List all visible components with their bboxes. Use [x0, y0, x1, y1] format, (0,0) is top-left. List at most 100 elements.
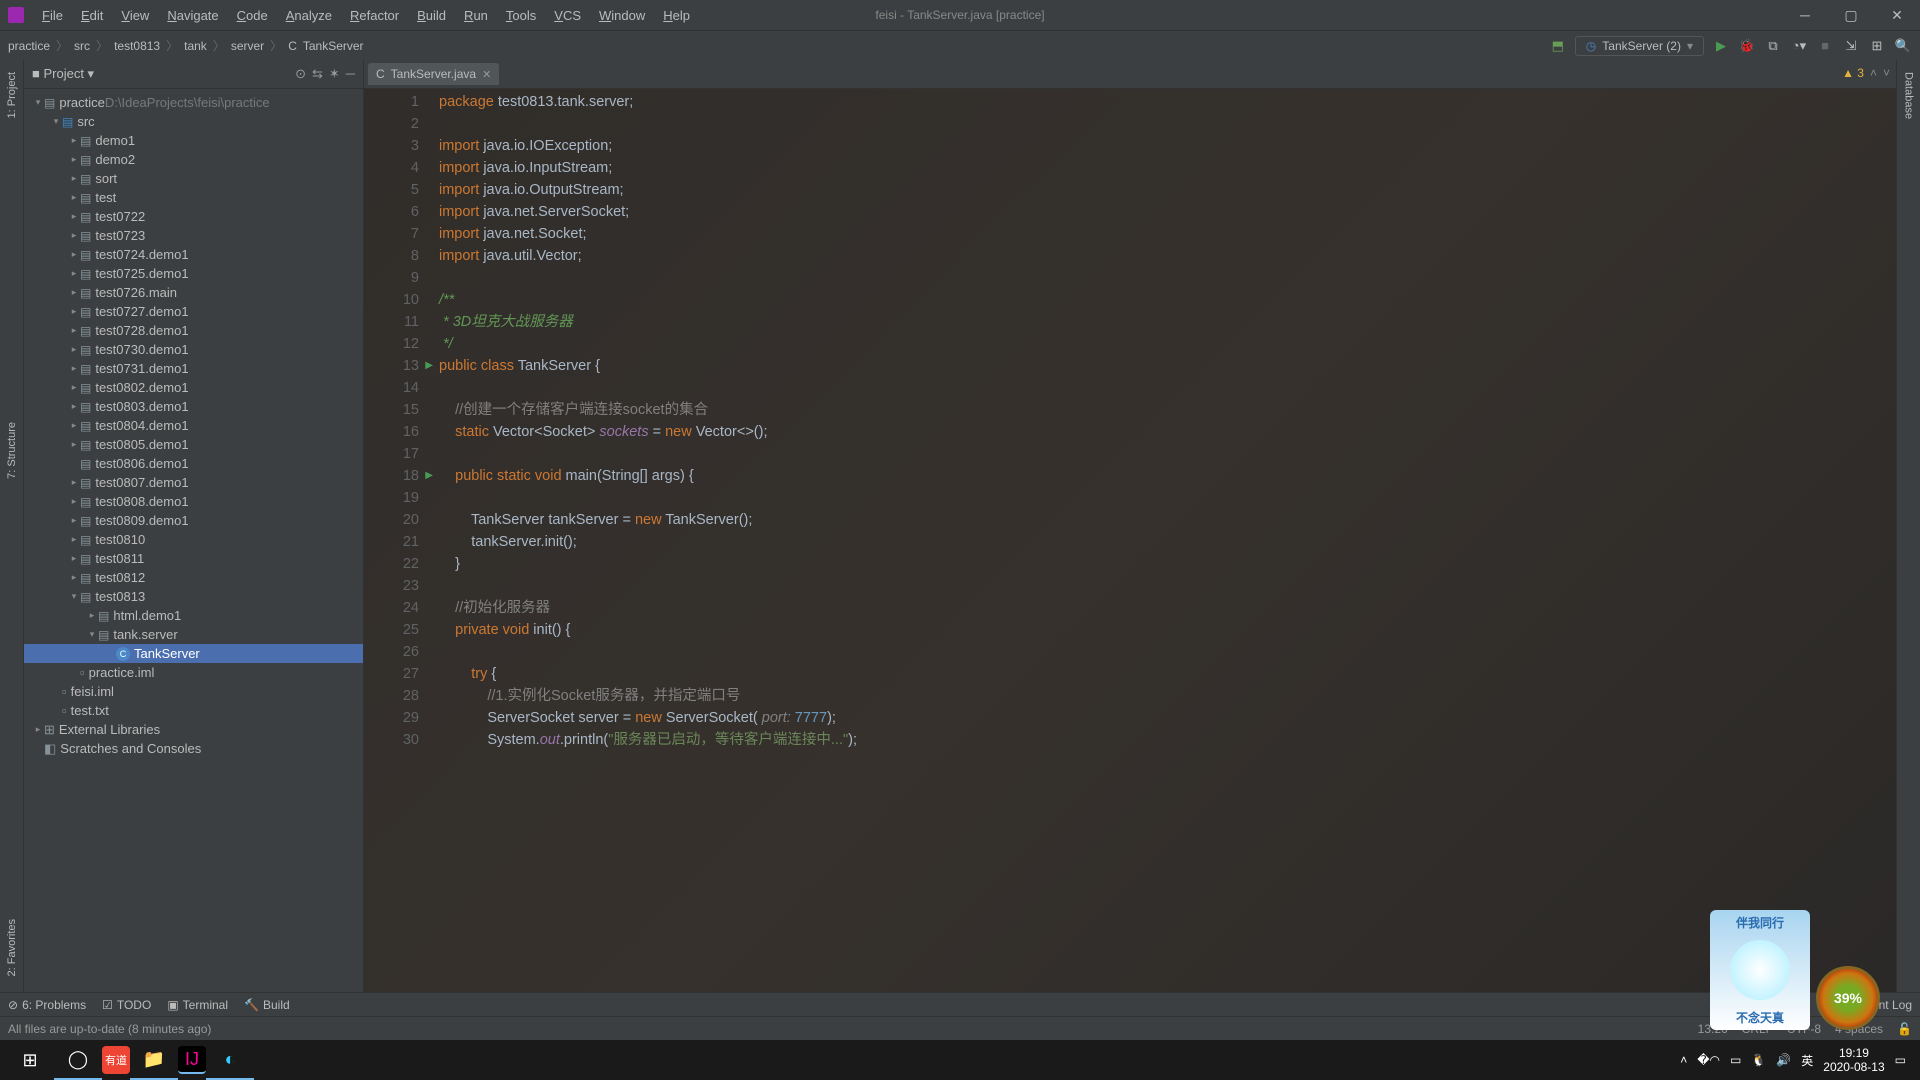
tree-node[interactable]: ▸▤test0803.demo1: [24, 397, 363, 416]
close-button[interactable]: ✕: [1874, 0, 1920, 30]
project-tree[interactable]: ▾▤practice D:\IdeaProjects\feisi\practic…: [24, 89, 363, 992]
tree-node[interactable]: ◧Scratches and Consoles: [24, 739, 363, 758]
taskbar-browser-icon[interactable]: ◐: [206, 1040, 254, 1080]
tray-volume-icon[interactable]: 🔊: [1776, 1053, 1791, 1067]
debug-button[interactable]: 🐞: [1738, 37, 1756, 55]
tree-node[interactable]: ▸▤sort: [24, 169, 363, 188]
tool-tab-todo[interactable]: ☑ TODO: [102, 998, 151, 1012]
menu-edit[interactable]: Edit: [73, 6, 111, 25]
build-icon[interactable]: ⬒: [1549, 37, 1567, 55]
taskbar-explorer-icon[interactable]: 📁: [130, 1040, 178, 1080]
readonly-lock-icon[interactable]: 🔓: [1897, 1022, 1912, 1036]
tool-tab-build[interactable]: 🔨 Build: [244, 998, 290, 1012]
run-config-selector[interactable]: ◷ TankServer (2) ▾: [1575, 36, 1704, 56]
menu-vcs[interactable]: VCS: [546, 6, 589, 25]
tray-battery-icon[interactable]: ▭: [1730, 1053, 1741, 1067]
inspection-down-icon[interactable]: ˅: [1883, 66, 1890, 80]
menu-file[interactable]: File: [34, 6, 71, 25]
tree-node[interactable]: ▸▤test0726.main: [24, 283, 363, 302]
tool-tab-structure[interactable]: 7: Structure: [4, 416, 20, 485]
profile-button[interactable]: ◔▾: [1790, 37, 1808, 55]
tree-node[interactable]: ▸▤test0730.demo1: [24, 340, 363, 359]
tree-node[interactable]: ▸▤test0802.demo1: [24, 378, 363, 397]
tree-node[interactable]: ▾▤src: [24, 112, 363, 131]
tree-node[interactable]: ▸⊞External Libraries: [24, 720, 363, 739]
menu-help[interactable]: Help: [655, 6, 698, 25]
tray-chevron-icon[interactable]: ˄: [1680, 1053, 1687, 1067]
tree-node[interactable]: ▸▤test0725.demo1: [24, 264, 363, 283]
start-button[interactable]: ⊞: [6, 1040, 54, 1080]
tree-node[interactable]: ▸▤test0812: [24, 568, 363, 587]
tree-node[interactable]: ▸▤test0723: [24, 226, 363, 245]
tray-qq-icon[interactable]: 🐧: [1751, 1053, 1766, 1067]
tree-node[interactable]: ▸▤test0727.demo1: [24, 302, 363, 321]
tree-node[interactable]: ▸▤test0807.demo1: [24, 473, 363, 492]
warning-indicator[interactable]: ▲ 3: [1842, 66, 1864, 80]
tree-node[interactable]: ▸▤test0810: [24, 530, 363, 549]
tree-node[interactable]: ▸▤test: [24, 188, 363, 207]
desktop-widget[interactable]: 伴我同行 不念天真: [1710, 910, 1810, 1030]
tree-node[interactable]: ▸▤test0722: [24, 207, 363, 226]
menu-window[interactable]: Window: [591, 6, 653, 25]
tree-node[interactable]: ▸▤html.demo1: [24, 606, 363, 625]
taskbar-chrome-icon[interactable]: ◯: [54, 1040, 102, 1080]
tray-clock[interactable]: 19:19 2020-08-13: [1823, 1046, 1884, 1074]
performance-gauge[interactable]: 39%: [1816, 966, 1880, 1030]
tree-node[interactable]: ▸▤test0804.demo1: [24, 416, 363, 435]
settings-icon[interactable]: ✶: [329, 66, 340, 82]
tree-node[interactable]: ▫feisi.iml: [24, 682, 363, 701]
tree-node[interactable]: ▾▤practice D:\IdeaProjects\feisi\practic…: [24, 93, 363, 112]
tree-node[interactable]: ▸▤test0809.demo1: [24, 511, 363, 530]
search-everywhere-icon[interactable]: 🔍: [1894, 37, 1912, 55]
run-button[interactable]: ▶: [1712, 37, 1730, 55]
hide-icon[interactable]: ─: [346, 66, 355, 82]
tree-node[interactable]: ▫practice.iml: [24, 663, 363, 682]
menu-refactor[interactable]: Refactor: [342, 6, 407, 25]
tree-node[interactable]: ▸▤demo1: [24, 131, 363, 150]
tray-notifications-icon[interactable]: ▭: [1895, 1053, 1906, 1067]
breadcrumb[interactable]: practice〉src〉test0813〉tank〉server〉CTankS…: [8, 37, 364, 54]
tree-node[interactable]: ▸▤test0724.demo1: [24, 245, 363, 264]
tray-ime[interactable]: 英: [1801, 1052, 1813, 1069]
tool-tab-terminal[interactable]: ▣ Terminal: [167, 998, 228, 1012]
tree-node[interactable]: ▸▤test0811: [24, 549, 363, 568]
tree-node[interactable]: ▸▤test0805.demo1: [24, 435, 363, 454]
close-tab-icon[interactable]: ✕: [482, 68, 491, 81]
tree-node[interactable]: ▫test.txt: [24, 701, 363, 720]
menu-navigate[interactable]: Navigate: [159, 6, 226, 25]
menu-code[interactable]: Code: [229, 6, 276, 25]
tree-node[interactable]: ▾▤test0813: [24, 587, 363, 606]
ide-settings-icon[interactable]: ⊞: [1868, 37, 1886, 55]
tool-tab-problems[interactable]: ⊘ 6: Problems: [8, 998, 86, 1012]
editor-tab[interactable]: C TankServer.java ✕: [368, 63, 499, 85]
inspection-up-icon[interactable]: ˄: [1870, 66, 1877, 80]
tree-node[interactable]: ▾▤tank.server: [24, 625, 363, 644]
minimize-button[interactable]: ─: [1782, 0, 1828, 30]
tree-node[interactable]: ▸▤test0728.demo1: [24, 321, 363, 340]
expand-all-icon[interactable]: ⇆: [312, 66, 323, 82]
stop-button[interactable]: ■: [1816, 37, 1834, 55]
tree-node[interactable]: ▸▤demo2: [24, 150, 363, 169]
tool-tab-project[interactable]: 1: Project: [4, 66, 20, 124]
tree-node[interactable]: ▤test0806.demo1: [24, 454, 363, 473]
coverage-button[interactable]: ⧉: [1764, 37, 1782, 55]
tool-tab-database[interactable]: Database: [1901, 66, 1917, 125]
taskbar-app-icon[interactable]: 有道: [102, 1046, 130, 1074]
maximize-button[interactable]: ▢: [1828, 0, 1874, 30]
tree-node[interactable]: ▸▤test0808.demo1: [24, 492, 363, 511]
window-title: feisi - TankServer.java [practice]: [875, 8, 1044, 22]
tree-node[interactable]: CTankServer: [24, 644, 363, 663]
tray-wifi-icon[interactable]: �◠: [1697, 1053, 1720, 1067]
tree-node[interactable]: ▸▤test0731.demo1: [24, 359, 363, 378]
tool-tab-favorites[interactable]: 2: Favorites: [4, 913, 20, 982]
update-button[interactable]: ⇲: [1842, 37, 1860, 55]
system-tray[interactable]: ˄ �◠ ▭ 🐧 🔊 英 19:19 2020-08-13 ▭: [1680, 1046, 1914, 1074]
taskbar-intellij-icon[interactable]: IJ: [178, 1046, 206, 1074]
code-editor[interactable]: 12345678910111213▶1415161718▶19202122232…: [364, 89, 1896, 992]
menu-tools[interactable]: Tools: [498, 6, 544, 25]
menu-build[interactable]: Build: [409, 6, 454, 25]
menu-run[interactable]: Run: [456, 6, 496, 25]
menu-view[interactable]: View: [113, 6, 157, 25]
select-opened-file-icon[interactable]: ⊙: [295, 66, 306, 82]
menu-analyze[interactable]: Analyze: [278, 6, 340, 25]
